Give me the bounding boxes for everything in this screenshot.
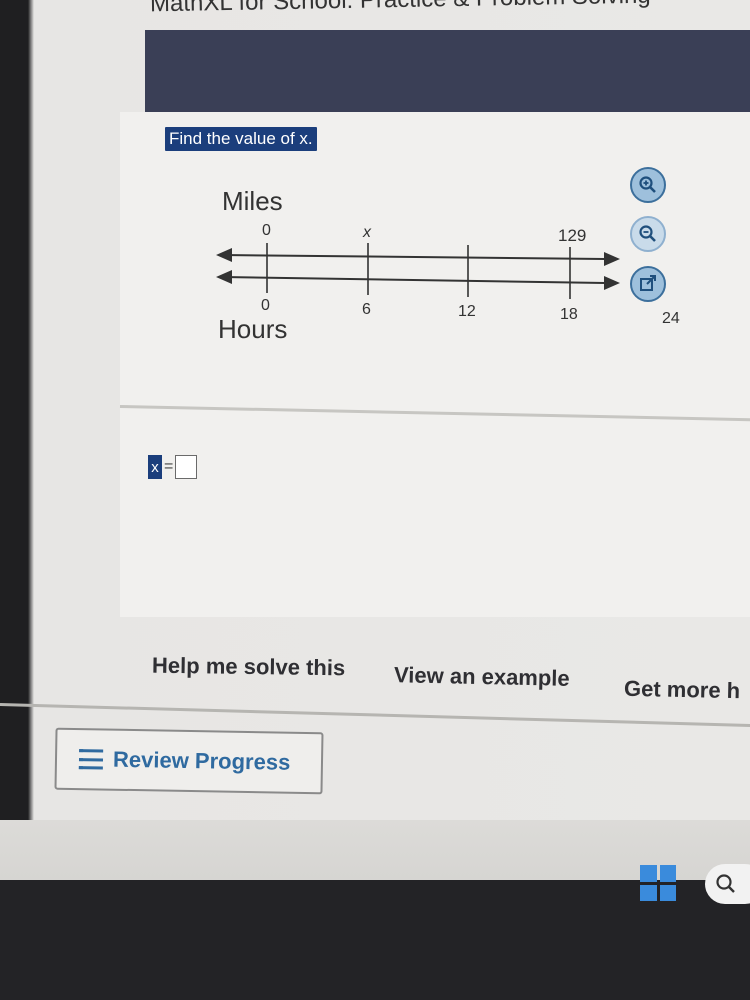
review-progress-button[interactable]: Review Progress [54, 727, 324, 795]
taskbar [0, 820, 750, 880]
windows-start-icon[interactable] [640, 865, 676, 901]
hours-tick-24: 24 [662, 310, 680, 327]
view-example-link[interactable]: View an example [394, 662, 570, 692]
hours-label: Hours [218, 314, 287, 344]
footer-divider [0, 703, 750, 728]
list-icon [78, 749, 104, 770]
miles-tick-129: 129 [558, 226, 586, 245]
miles-tick-0: 0 [262, 222, 271, 239]
taskbar-search-button[interactable] [705, 864, 750, 904]
problem-prompt: Find the value of x. [165, 127, 317, 151]
zoom-in-button[interactable] [630, 167, 666, 203]
popout-button[interactable] [630, 266, 666, 302]
popout-icon [640, 275, 656, 291]
answer-variable: x [148, 455, 162, 479]
review-progress-label: Review Progress [112, 746, 291, 775]
miles-arrow-left [216, 248, 232, 262]
search-icon [716, 874, 735, 893]
hours-line [221, 276, 606, 284]
miles-tick-x: x [362, 224, 372, 241]
screen: MathXL for School: Practice & Problem So… [0, 0, 750, 880]
zoom-out-icon [639, 225, 656, 242]
zoom-out-button[interactable] [630, 216, 666, 252]
hours-tick-6: 6 [362, 301, 371, 318]
get-more-help-link[interactable]: Get more h [624, 676, 741, 704]
monitor-bezel [0, 880, 750, 1000]
hours-tick-18: 18 [560, 306, 578, 323]
miles-arrow-right [604, 252, 620, 266]
hours-arrow-right [604, 276, 620, 290]
answer-row: x = [148, 455, 198, 479]
window-title: MathXL for School: Practice & Problem So… [150, 0, 651, 18]
equals-sign: = [164, 458, 174, 475]
answer-input[interactable] [175, 455, 198, 479]
hours-tick-12: 12 [458, 303, 476, 320]
miles-line [221, 254, 606, 260]
hours-arrow-left [216, 270, 232, 284]
zoom-in-icon [639, 176, 656, 193]
header-band [145, 30, 750, 112]
miles-label: Miles [222, 186, 283, 216]
help-me-solve-link[interactable]: Help me solve this [152, 653, 346, 682]
hours-tick-0: 0 [261, 297, 270, 314]
